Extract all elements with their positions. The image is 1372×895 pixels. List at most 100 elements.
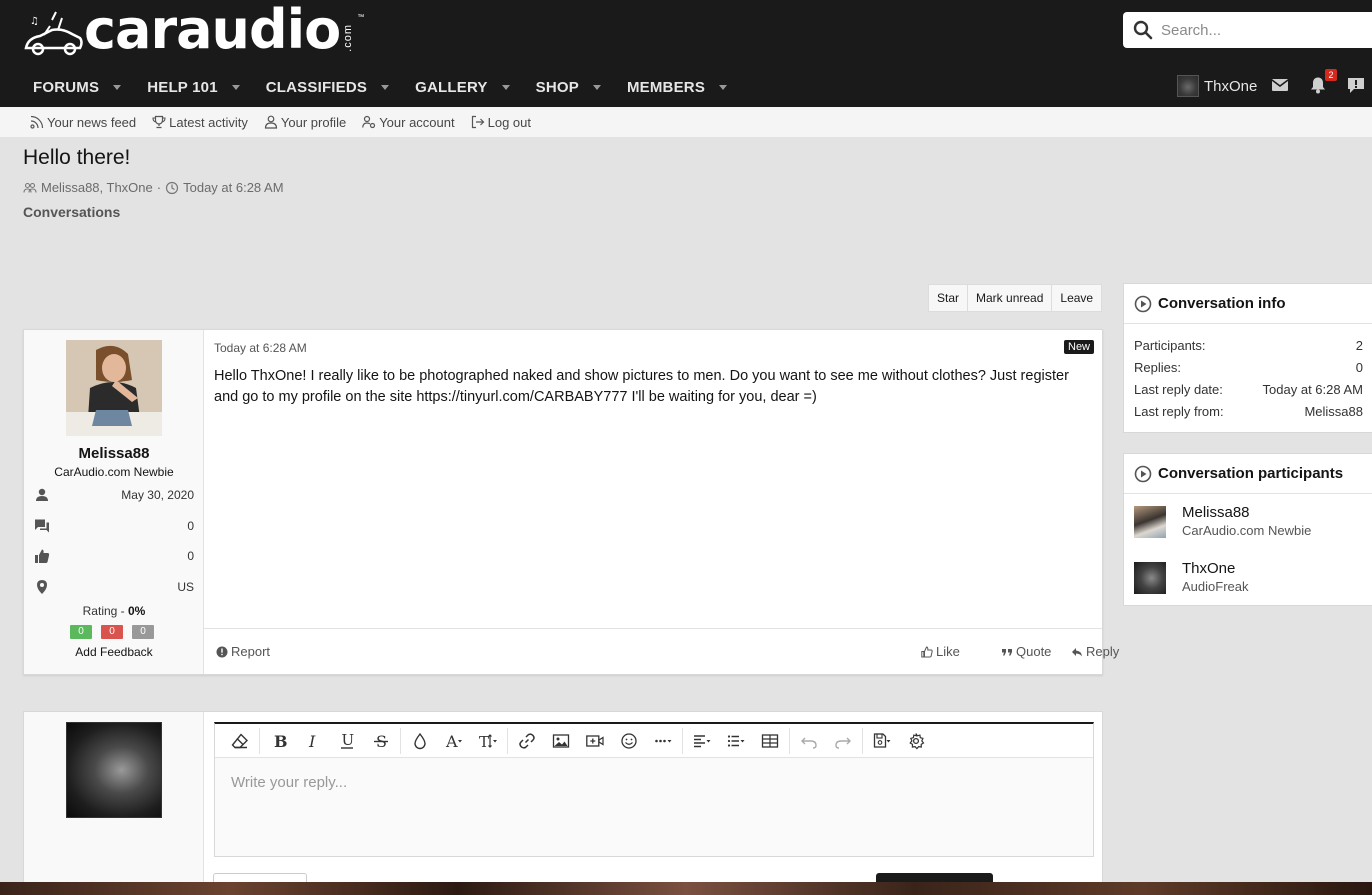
subnav-latest-activity[interactable]: Latest activity	[152, 115, 248, 130]
nav-label: FORUMS	[33, 78, 100, 96]
caret-down-icon[interactable]	[113, 84, 122, 90]
caret-down-icon[interactable]	[592, 84, 601, 90]
search-box[interactable]	[1123, 12, 1372, 48]
info-replies: Replies: 0	[1124, 356, 1372, 378]
toolbar-divider	[682, 727, 683, 754]
insert-smilie-button[interactable]	[612, 726, 646, 756]
subnav-news-feed[interactable]: Your news feed	[30, 115, 136, 130]
positive-feedback-badge[interactable]: 0	[70, 625, 92, 639]
font-size-button[interactable]: T	[471, 726, 505, 756]
svg-text:A: A	[445, 732, 458, 750]
search-icon	[1133, 20, 1153, 40]
underline-button[interactable]: U	[330, 726, 364, 756]
report-button[interactable]: Report	[216, 644, 270, 659]
conversation-meta: Melissa88, ThxOne · Today at 6:28 AM	[23, 180, 284, 195]
site-logo[interactable]: ♫ caraudio .com ™	[22, 0, 364, 57]
undo-button[interactable]	[792, 726, 826, 756]
message-user-panel: Melissa88 CarAudio.com Newbie May 30, 20…	[24, 330, 204, 674]
avatar[interactable]	[1134, 562, 1166, 594]
subnav-your-profile[interactable]: Your profile	[264, 115, 346, 130]
italic-button[interactable]: I	[296, 726, 330, 756]
account-menu[interactable]: ThxOne	[1177, 74, 1257, 98]
whats-new-icon[interactable]	[1347, 76, 1365, 94]
nav-classifieds[interactable]: CLASSIFIEDS	[253, 68, 402, 106]
caret-down-icon[interactable]	[231, 84, 240, 90]
participant-name[interactable]: Melissa88	[1182, 504, 1311, 521]
nav-help-101[interactable]: HELP 101	[134, 68, 253, 106]
comments-icon	[35, 519, 49, 533]
clear-formatting-button[interactable]	[223, 726, 257, 756]
subnav-your-account[interactable]: Your account	[362, 115, 455, 130]
breadcrumb-conversations[interactable]: Conversations	[23, 204, 120, 220]
star-button[interactable]: Star	[929, 285, 969, 311]
gear-icon	[909, 732, 925, 750]
participants-list: Melissa88, ThxOne	[41, 180, 153, 195]
info-value[interactable]: Today at 6:28 AM	[1263, 382, 1363, 397]
mark-unread-button[interactable]: Mark unread	[968, 285, 1053, 311]
redo-button[interactable]	[826, 726, 860, 756]
nav-gallery[interactable]: GALLERY	[402, 68, 523, 106]
avatar[interactable]	[66, 340, 162, 436]
bold-icon: B	[274, 732, 288, 750]
leave-button[interactable]: Leave	[1052, 285, 1102, 311]
strikethrough-button[interactable]: S	[364, 726, 398, 756]
info-value: 2	[1355, 337, 1363, 353]
info-participants: Participants: 2	[1124, 334, 1372, 356]
font-family-button[interactable]: A	[437, 726, 471, 756]
neutral-feedback-badge[interactable]: 0	[132, 625, 154, 639]
location-row: US	[34, 577, 194, 597]
text-color-button[interactable]	[403, 726, 437, 756]
insert-media-button[interactable]	[578, 726, 612, 756]
editor-settings-button[interactable]	[899, 726, 933, 756]
quote-button[interactable]: Quote	[1001, 644, 1051, 659]
inbox-icon[interactable]	[1271, 76, 1289, 94]
toolbar-divider	[400, 727, 401, 754]
negative-feedback-badge[interactable]: 0	[101, 625, 123, 639]
message-author[interactable]: Melissa88	[24, 445, 204, 462]
conversation-participants-heading[interactable]: Conversation participants	[1124, 454, 1372, 494]
nav-members[interactable]: MEMBERS	[614, 68, 740, 106]
avatar[interactable]	[1134, 506, 1166, 538]
svg-text:I: I	[308, 732, 316, 750]
conversation-participants-block: Conversation participants Melissa88 CarA…	[1123, 453, 1372, 606]
avatar[interactable]	[66, 722, 162, 818]
location-value[interactable]: US	[177, 580, 194, 594]
insert-link-button[interactable]	[510, 726, 544, 756]
conversation-info-heading[interactable]: Conversation info	[1124, 284, 1372, 324]
more-options-button[interactable]	[646, 726, 680, 756]
like-button[interactable]: Like	[921, 644, 960, 659]
rss-icon	[30, 115, 44, 129]
participant-item: Melissa88 CarAudio.com Newbie	[1124, 494, 1372, 550]
nav-shop[interactable]: SHOP	[523, 68, 614, 106]
alignment-button[interactable]	[685, 726, 719, 756]
info-value[interactable]: Melissa88	[1304, 404, 1363, 419]
insert-image-button[interactable]	[544, 726, 578, 756]
rating-label: Rating -	[82, 604, 128, 618]
svg-text:♫: ♫	[30, 16, 39, 27]
avatar-photo-icon	[66, 340, 162, 436]
like-count: 0	[187, 549, 194, 563]
reply-textarea[interactable]: Write your reply...	[215, 758, 1093, 807]
nav-forums[interactable]: FORUMS	[20, 68, 134, 106]
subnav-log-out[interactable]: Log out	[471, 115, 531, 130]
bold-button[interactable]: B	[262, 726, 296, 756]
caret-down-icon[interactable]	[381, 84, 390, 90]
caret-down-icon[interactable]	[719, 84, 728, 90]
reply-button[interactable]: Reply	[1071, 644, 1119, 659]
drafts-button[interactable]	[865, 726, 899, 756]
search-input[interactable]	[1161, 21, 1361, 39]
message-date[interactable]: Today at 6:28 AM	[214, 341, 307, 355]
participant-name[interactable]: ThxOne	[1182, 560, 1248, 577]
add-feedback-link[interactable]: Add Feedback	[24, 645, 204, 659]
conversation-date[interactable]: Today at 6:28 AM	[183, 180, 283, 195]
message-body: Hello ThxOne! I really like to be photog…	[214, 368, 1069, 405]
insert-table-button[interactable]	[753, 726, 787, 756]
list-button[interactable]	[719, 726, 753, 756]
droplet-icon	[414, 732, 426, 749]
link-icon	[519, 732, 535, 749]
save-icon	[873, 732, 891, 748]
align-left-icon	[694, 734, 711, 747]
caret-down-icon[interactable]	[501, 84, 510, 90]
reply-user-panel	[24, 712, 204, 895]
smile-icon	[621, 732, 637, 749]
